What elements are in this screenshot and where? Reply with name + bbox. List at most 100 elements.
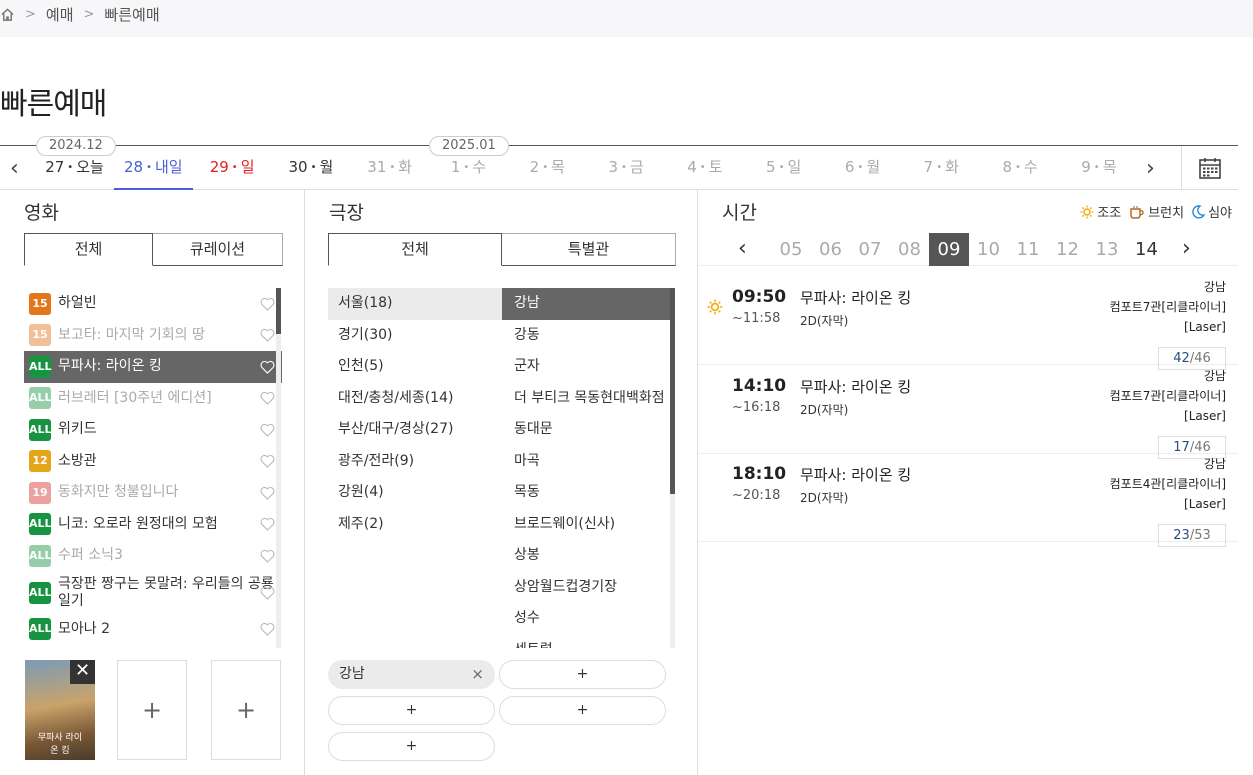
showtime-format: 2D(자막) <box>800 491 849 505</box>
branch-item[interactable]: 상암월드컵경기장 <box>502 572 670 604</box>
heart-icon[interactable] <box>260 328 275 343</box>
seats-remaining: 42 <box>1173 351 1190 366</box>
heart-icon[interactable] <box>260 360 275 374</box>
showtime-item[interactable]: 18:10 ~20:18 무파사: 라이온 킹 2D(자막) 강남 컴포트4관[리클라이너… <box>698 454 1238 547</box>
rating-badge: ALL <box>29 618 52 641</box>
branch-item[interactable]: 마곡 <box>502 446 670 478</box>
hour-item[interactable]: 05 <box>771 233 811 266</box>
date-item[interactable]: 27 • 오늘 <box>35 146 114 190</box>
time-section-title: 시간 <box>722 202 757 224</box>
branch-item[interactable]: 군자 <box>502 351 670 383</box>
add-movie-slot[interactable]: + <box>117 660 187 760</box>
movie-item[interactable]: ALL 모아나 2 <box>24 614 282 646</box>
movie-item[interactable]: ALL 위키드 <box>24 414 282 446</box>
hour-item[interactable]: 12 <box>1048 233 1088 266</box>
date-item[interactable]: 30 • 월 <box>271 146 350 190</box>
branch-item[interactable]: 더 부티크 목동현대백화점 <box>502 383 670 415</box>
movie-item[interactable]: ALL 니코: 오로라 원정대의 모험 <box>24 509 282 541</box>
movie-item[interactable]: ALL 러브레터 [30주년 에디션] <box>24 383 282 415</box>
branch-item[interactable]: 동대문 <box>502 414 670 446</box>
heart-icon[interactable] <box>260 517 275 532</box>
region-item[interactable]: 제주(2) <box>328 509 502 541</box>
hour-item[interactable]: 14 <box>1127 233 1167 266</box>
heart-icon[interactable] <box>260 391 275 406</box>
date-number: 3 <box>608 158 618 176</box>
heart-icon[interactable] <box>260 486 275 500</box>
heart-icon[interactable] <box>260 297 275 311</box>
heart-icon[interactable] <box>260 423 275 437</box>
add-theater-slot[interactable]: + <box>499 660 666 689</box>
region-item[interactable]: 인천(5) <box>328 351 502 383</box>
add-theater-slot[interactable]: + <box>328 696 495 725</box>
rating-badge: ALL <box>29 355 52 378</box>
hour-item[interactable]: 11 <box>1008 233 1048 266</box>
movie-list-scrollbar[interactable] <box>276 288 281 648</box>
hour-item[interactable]: 08 <box>890 233 930 266</box>
region-item[interactable]: 광주/전라(9) <box>328 446 502 478</box>
movie-item[interactable]: 19 동화지만 청불입니다 <box>24 477 282 509</box>
date-number: 7 <box>923 158 934 176</box>
heart-icon[interactable] <box>260 622 275 637</box>
add-movie-slot[interactable]: + <box>211 660 281 760</box>
add-theater-slot[interactable]: + <box>499 696 666 725</box>
sun-icon <box>1080 205 1094 218</box>
tab-movie-curation[interactable]: 큐레이션 <box>153 233 283 266</box>
heart-icon[interactable] <box>260 549 275 563</box>
hour-item[interactable]: 09 <box>929 233 969 266</box>
tab-theater-all[interactable]: 전체 <box>328 233 502 266</box>
date-item: 8 • 수 <box>981 146 1060 190</box>
movie-item[interactable]: 15 하얼빈 <box>24 288 282 320</box>
remove-movie-button[interactable]: ✕ <box>70 660 95 684</box>
branch-item[interactable]: 브로드웨이(신사) <box>502 509 670 541</box>
add-theater-slot[interactable]: + <box>328 732 495 761</box>
calendar-button[interactable] <box>1181 146 1238 190</box>
region-item[interactable]: 강원(4) <box>328 477 502 509</box>
heart-icon[interactable] <box>260 454 275 469</box>
branch-item[interactable]: 강동 <box>502 320 670 352</box>
hour-item[interactable]: 07 <box>850 233 890 266</box>
showtime-item[interactable]: 09:50 ~11:58 무파사: 라이온 킹 2D(자막) 강남 컴포트7관[리클라이너… <box>698 277 1238 370</box>
prev-hour-arrow-icon[interactable]: ‹ <box>738 236 747 261</box>
branch-list-scrollbar[interactable] <box>670 288 675 648</box>
movie-item[interactable]: ALL 극장판 짱구는 못말려: 우리들의 공룡일기 <box>24 572 282 614</box>
date-item: 1 • 수 <box>429 146 508 190</box>
branch-item[interactable]: 상봉 <box>502 540 670 572</box>
branch-item[interactable]: 목동 <box>502 477 670 509</box>
hour-item[interactable]: 06 <box>811 233 851 266</box>
region-item[interactable]: 부산/대구/경상(27) <box>328 414 502 446</box>
next-hour-arrow-icon[interactable]: › <box>1182 236 1191 261</box>
date-item: 9 • 목 <box>1059 146 1138 190</box>
branch-item[interactable]: 성수 <box>502 603 670 635</box>
date-separator-dot: • <box>231 162 238 173</box>
movie-item[interactable]: 15 보고타: 마지막 기회의 땅 <box>24 320 282 352</box>
poster-title: 무파사 라이온 킹 <box>37 733 83 756</box>
date-item[interactable]: 29 • 일 <box>193 146 272 190</box>
region-item[interactable]: 경기(30) <box>328 320 502 352</box>
date-item[interactable]: 28 • 내일 <box>113 146 193 190</box>
region-item[interactable]: 서울(18) <box>328 288 502 320</box>
breadcrumb-item[interactable]: 빠른예매 <box>104 4 159 25</box>
heart-icon[interactable] <box>260 586 275 600</box>
date-separator-dot: • <box>67 162 74 173</box>
branch-item[interactable]: 센트럴 <box>502 635 670 649</box>
showtime-item[interactable]: 14:10 ~16:18 무파사: 라이온 킹 2D(자막) 강남 컴포트7관[리클라이너… <box>698 366 1238 459</box>
remove-theater-button[interactable]: × <box>471 661 484 688</box>
hour-item[interactable]: 13 <box>1087 233 1127 266</box>
movie-item[interactable]: ALL 수퍼 소닉3 <box>24 540 282 572</box>
hour-item[interactable]: 10 <box>969 233 1009 266</box>
showtime-format: 2D(자막) <box>800 314 849 328</box>
showtime-tag: [Laser] <box>1184 320 1226 334</box>
movie-item[interactable]: ALL 무파사: 라이온 킹 <box>24 351 282 383</box>
prev-date-arrow-icon[interactable]: ‹ <box>10 156 19 181</box>
tab-movie-all[interactable]: 전체 <box>24 233 153 266</box>
region-item[interactable]: 대전/충청/세종(14) <box>328 383 502 415</box>
next-date-arrow-icon[interactable]: › <box>1146 156 1155 181</box>
showtime-location: 강남 컴포트4관[리클라이너] [Laser] <box>1110 454 1226 514</box>
tab-theater-special[interactable]: 특별관 <box>502 233 676 266</box>
branch-item[interactable]: 강남 <box>502 288 670 320</box>
home-icon[interactable] <box>0 7 15 22</box>
seat-count: 23/53 <box>1158 524 1226 547</box>
movie-item[interactable]: 12 소방관 <box>24 446 282 478</box>
breadcrumb-item[interactable]: 예매 <box>46 4 74 25</box>
date-separator-dot: • <box>621 162 627 173</box>
